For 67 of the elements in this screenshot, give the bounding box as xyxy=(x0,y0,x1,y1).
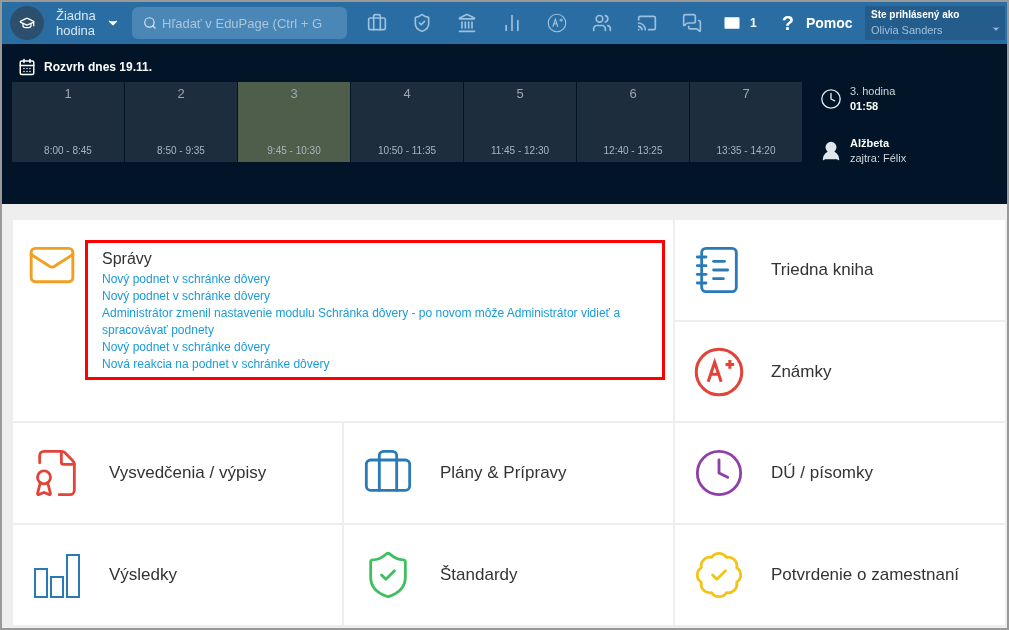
lesson-dropdown[interactable]: Žiadna hodina xyxy=(56,8,120,38)
clock-icon xyxy=(693,447,745,499)
caret-icon xyxy=(991,24,1001,34)
tile-label: DÚ / písomky xyxy=(771,462,874,485)
chat-icon[interactable] xyxy=(682,13,702,33)
messages-title: Správy xyxy=(102,249,153,269)
lesson-number: 1 xyxy=(64,85,72,103)
tile-label: Triedna kniha xyxy=(771,259,874,282)
tile[interactable]: Štandardy xyxy=(344,525,673,625)
lesson-slot[interactable]: 7 13:35 - 14:20 xyxy=(690,82,802,162)
lesson-time: 8:50 - 9:35 xyxy=(157,144,205,158)
lesson-slot[interactable]: 2 8:50 - 9:35 xyxy=(125,82,237,162)
lesson-time: 11:45 - 12:30 xyxy=(490,144,550,158)
time-remaining: 01:58 xyxy=(850,99,880,114)
clock-icon xyxy=(820,88,842,110)
tile-label: Štandardy xyxy=(440,564,518,587)
lesson-number: 3 xyxy=(290,85,298,103)
search-icon xyxy=(143,16,157,30)
duty-name: Alžbeta xyxy=(850,136,891,151)
tile[interactable]: Triedna kniha xyxy=(675,220,1005,320)
tile[interactable]: Potvrdenie o zamestnaní xyxy=(675,525,1005,625)
lesson-slot[interactable]: 1 8:00 - 8:45 xyxy=(12,82,124,162)
badge-check-icon xyxy=(693,549,745,601)
user-name: Olivia Sanders xyxy=(871,23,943,39)
person-icon xyxy=(820,140,842,162)
messages-button[interactable]: 1 xyxy=(722,13,757,33)
lesson-time: 8:00 - 8:45 xyxy=(44,144,92,158)
tile[interactable]: Známky xyxy=(675,322,1005,421)
cast-icon[interactable] xyxy=(637,13,657,33)
briefcase-icon[interactable] xyxy=(367,13,387,33)
lesson-time: 10:50 - 11:35 xyxy=(377,144,437,158)
tile-label: Výsledky xyxy=(109,564,178,587)
user-dropdown[interactable]: Ste prihlásený ako Olivia Sanders xyxy=(865,6,1005,40)
grade-a-plus-icon xyxy=(693,345,745,398)
bank-icon[interactable] xyxy=(457,13,477,33)
lesson-time: 12:40 - 13:25 xyxy=(603,144,663,158)
lesson-slot[interactable]: 5 11:45 - 12:30 xyxy=(464,82,576,162)
tile-label: Vysvedčenia / výpisy xyxy=(109,462,267,485)
tile[interactable]: Výsledky xyxy=(13,525,342,625)
login-label: Ste prihlásený ako xyxy=(871,8,961,23)
calendar-icon xyxy=(18,58,36,76)
lesson-time: 9:45 - 10:30 xyxy=(267,144,321,158)
tile[interactable]: Plány & Prípravy xyxy=(344,423,673,523)
grade-a-plus-icon xyxy=(547,13,567,33)
lesson-number: 4 xyxy=(403,85,411,103)
lesson-number: 6 xyxy=(629,85,637,103)
people-icon[interactable] xyxy=(592,13,612,33)
tile[interactable]: Vysvedčenia / výpisy xyxy=(13,423,342,523)
lesson-slot[interactable]: 6 12:40 - 13:25 xyxy=(577,82,689,162)
lesson-slot[interactable]: 4 10:50 - 11:35 xyxy=(351,82,463,162)
tile-label: Plány & Prípravy xyxy=(440,462,567,485)
tile[interactable]: DÚ / písomky xyxy=(675,423,1005,523)
tile-label: Známky xyxy=(771,360,832,383)
current-lesson: 3. hodina xyxy=(850,84,896,99)
duty-tomorrow: zajtra: Félix xyxy=(850,151,907,166)
tile-label: Potvrdenie o zamestnaní xyxy=(771,564,960,587)
lesson-time: 13:35 - 14:20 xyxy=(716,144,776,158)
help-button[interactable]: ? Pomoc xyxy=(781,8,853,38)
bar-chart-icon xyxy=(33,551,81,599)
search-field[interactable]: Hľadať v EduPage (Ctrl + G xyxy=(132,7,347,39)
lesson-number: 5 xyxy=(516,85,524,103)
graduation-cap-icon xyxy=(19,15,35,31)
schedule-title: Rozvrh dnes 19.11. xyxy=(44,59,153,76)
shield-check-icon[interactable] xyxy=(412,13,432,33)
lesson-number: 7 xyxy=(742,85,750,103)
bar-chart-icon[interactable] xyxy=(502,13,522,33)
lesson-number: 2 xyxy=(177,85,185,103)
